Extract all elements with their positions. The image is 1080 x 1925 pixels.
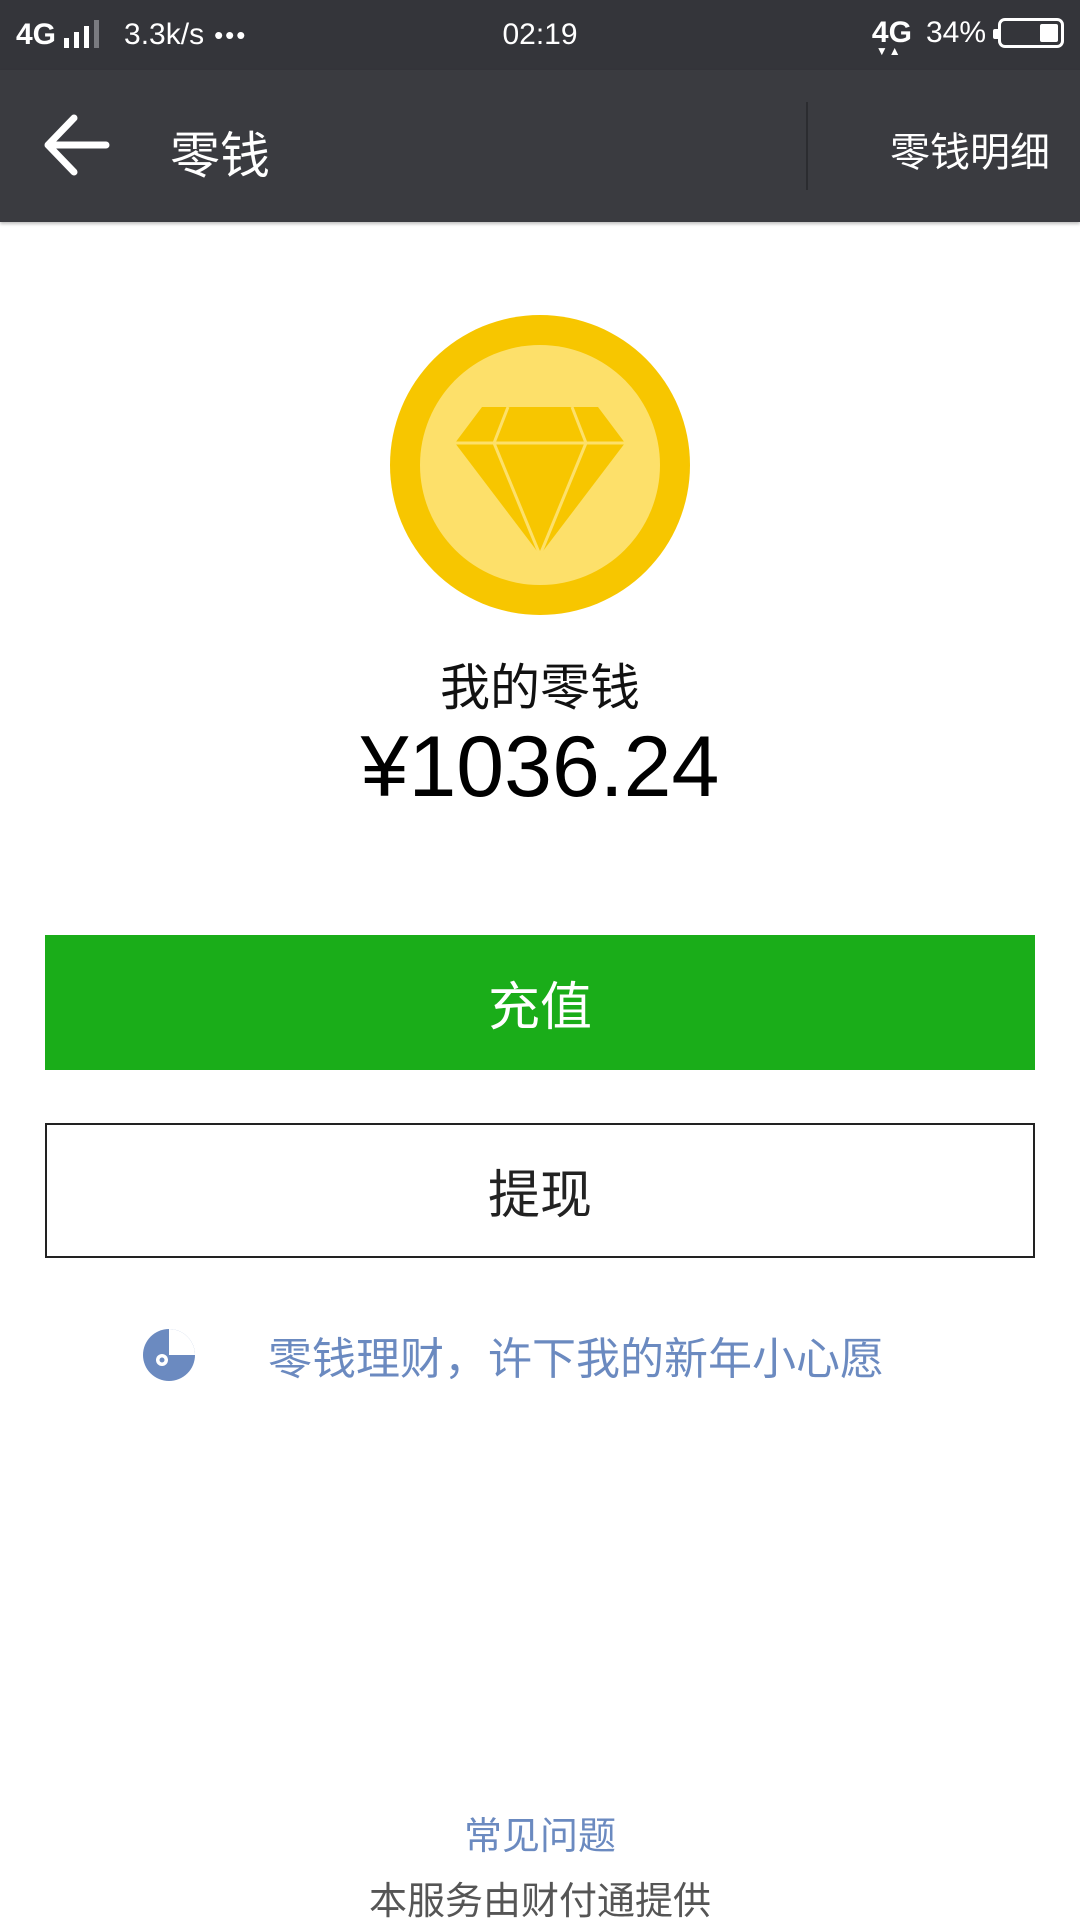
status-bar: 4G 3.3k/s ••• 02:19 4G ▼▲ 34%: [0, 0, 1080, 70]
recharge-button-label: 充值: [487, 978, 592, 1038]
lct-logo-icon: [143, 1329, 195, 1381]
network-type-right: 4G ▼▲: [872, 16, 912, 58]
faq-link[interactable]: 常见问题: [0, 1805, 1080, 1860]
page-title: 零钱: [170, 127, 270, 185]
diamond-coin-icon: [390, 315, 690, 615]
nav-divider: [806, 102, 808, 190]
withdraw-button[interactable]: 提现: [45, 1123, 1035, 1258]
promo-text: 零钱理财，许下我的新年小心愿: [268, 1334, 884, 1385]
status-right: 4G ▼▲ 34%: [872, 16, 1064, 58]
back-button[interactable]: [40, 112, 110, 178]
recharge-button[interactable]: 充值: [45, 935, 1035, 1070]
battery-icon: [993, 18, 1064, 48]
provider-note: 本服务由财付通提供: [368, 1879, 711, 1923]
battery-level: [1040, 24, 1058, 42]
nav-bar: 零钱 零钱明细: [0, 70, 1080, 222]
wallet-detail-link[interactable]: 零钱明细: [890, 120, 1050, 178]
data-arrows-icon: ▼▲: [875, 44, 902, 58]
withdraw-button-label: 提现: [487, 1166, 592, 1226]
balance-amount: ¥1036.24: [360, 719, 720, 815]
battery-percent: 34%: [925, 16, 986, 49]
arrow-left-icon: [44, 114, 110, 176]
balance-label: 我的零钱: [440, 659, 640, 717]
wealth-promo-link[interactable]: 零钱理财，许下我的新年小心愿: [140, 1320, 884, 1390]
